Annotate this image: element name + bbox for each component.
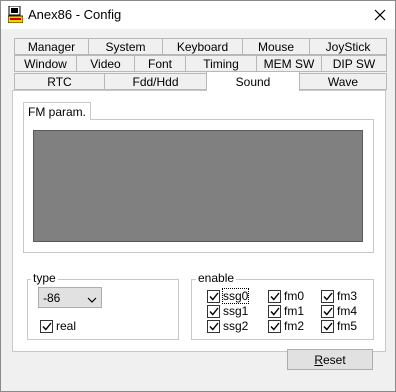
reset-label: eset [322,352,346,367]
checkmark-icon [40,319,53,333]
real-checkbox[interactable]: real [40,319,76,333]
tab-joystick[interactable]: JoyStick [309,38,387,55]
fm1-label: fm1 [284,304,305,318]
tab-keyboard[interactable]: Keyboard [162,38,243,55]
checkmark-icon [321,289,334,303]
enable-group-label: enable [196,271,237,285]
tab-timing[interactable]: Timing [185,55,257,72]
tab-wave[interactable]: Wave [299,73,387,90]
fm5-checkbox[interactable]: fm5 [321,319,357,333]
real-label: real [56,319,77,333]
checkmark-icon [268,289,281,303]
title-bar[interactable]: Anex86 - Config [1,1,395,29]
fm1-checkbox[interactable]: fm1 [268,304,304,318]
fm2-checkbox[interactable]: fm2 [268,319,304,333]
type-select[interactable]: -86 [38,287,102,308]
tab-font[interactable]: Font [134,55,186,72]
ssg2-label: ssg2 [223,319,249,333]
chevron-down-icon [87,293,97,307]
fm3-label: fm3 [337,289,358,303]
fm4-label: fm4 [337,304,358,318]
tab-mouse[interactable]: Mouse [242,38,310,55]
tab-sound[interactable]: Sound [206,71,300,91]
fm-param-display [33,130,363,242]
config-window: Anex86 - Config Manager System Keyboard … [0,0,396,392]
checkmark-icon [207,289,220,303]
ssg1-checkbox[interactable]: ssg1 [207,304,248,318]
ssg2-checkbox[interactable]: ssg2 [207,319,248,333]
ssg0-label: ssg0 [221,288,250,304]
tab-dip-sw[interactable]: DIP SW [321,55,387,72]
close-button[interactable] [365,1,395,29]
tab-mem-sw[interactable]: MEM SW [256,55,322,72]
window-title: Anex86 - Config [28,7,122,22]
checkmark-icon [268,304,281,318]
close-icon [374,9,386,21]
fm0-label: fm0 [284,289,305,303]
checkmark-icon [207,319,220,333]
tab-fdd-hdd[interactable]: Fdd/Hdd [104,73,207,90]
anex86-app-icon [7,5,24,24]
fm3-checkbox[interactable]: fm3 [321,289,357,303]
checkmark-icon [321,304,334,318]
type-group-label: type [31,271,58,285]
checkmark-icon [268,319,281,333]
ssg1-label: ssg1 [223,304,249,318]
fm2-label: fm2 [284,319,305,333]
reset-mnemonic: R [314,352,323,367]
tab-system[interactable]: System [88,38,163,55]
tab-rtc[interactable]: RTC [14,73,105,90]
fm4-checkbox[interactable]: fm4 [321,304,357,318]
tab-fm-param[interactable]: FM param. [23,102,91,120]
tab-video[interactable]: Video [76,55,135,72]
fm0-checkbox[interactable]: fm0 [268,289,304,303]
checkmark-icon [321,319,334,333]
tab-window[interactable]: Window [14,55,77,72]
type-select-value: -86 [43,291,61,305]
tab-manager[interactable]: Manager [14,38,89,55]
reset-button[interactable]: Reset [287,349,373,370]
fm5-label: fm5 [337,319,358,333]
checkmark-icon [207,304,220,318]
ssg0-checkbox[interactable]: ssg0 [207,288,250,304]
